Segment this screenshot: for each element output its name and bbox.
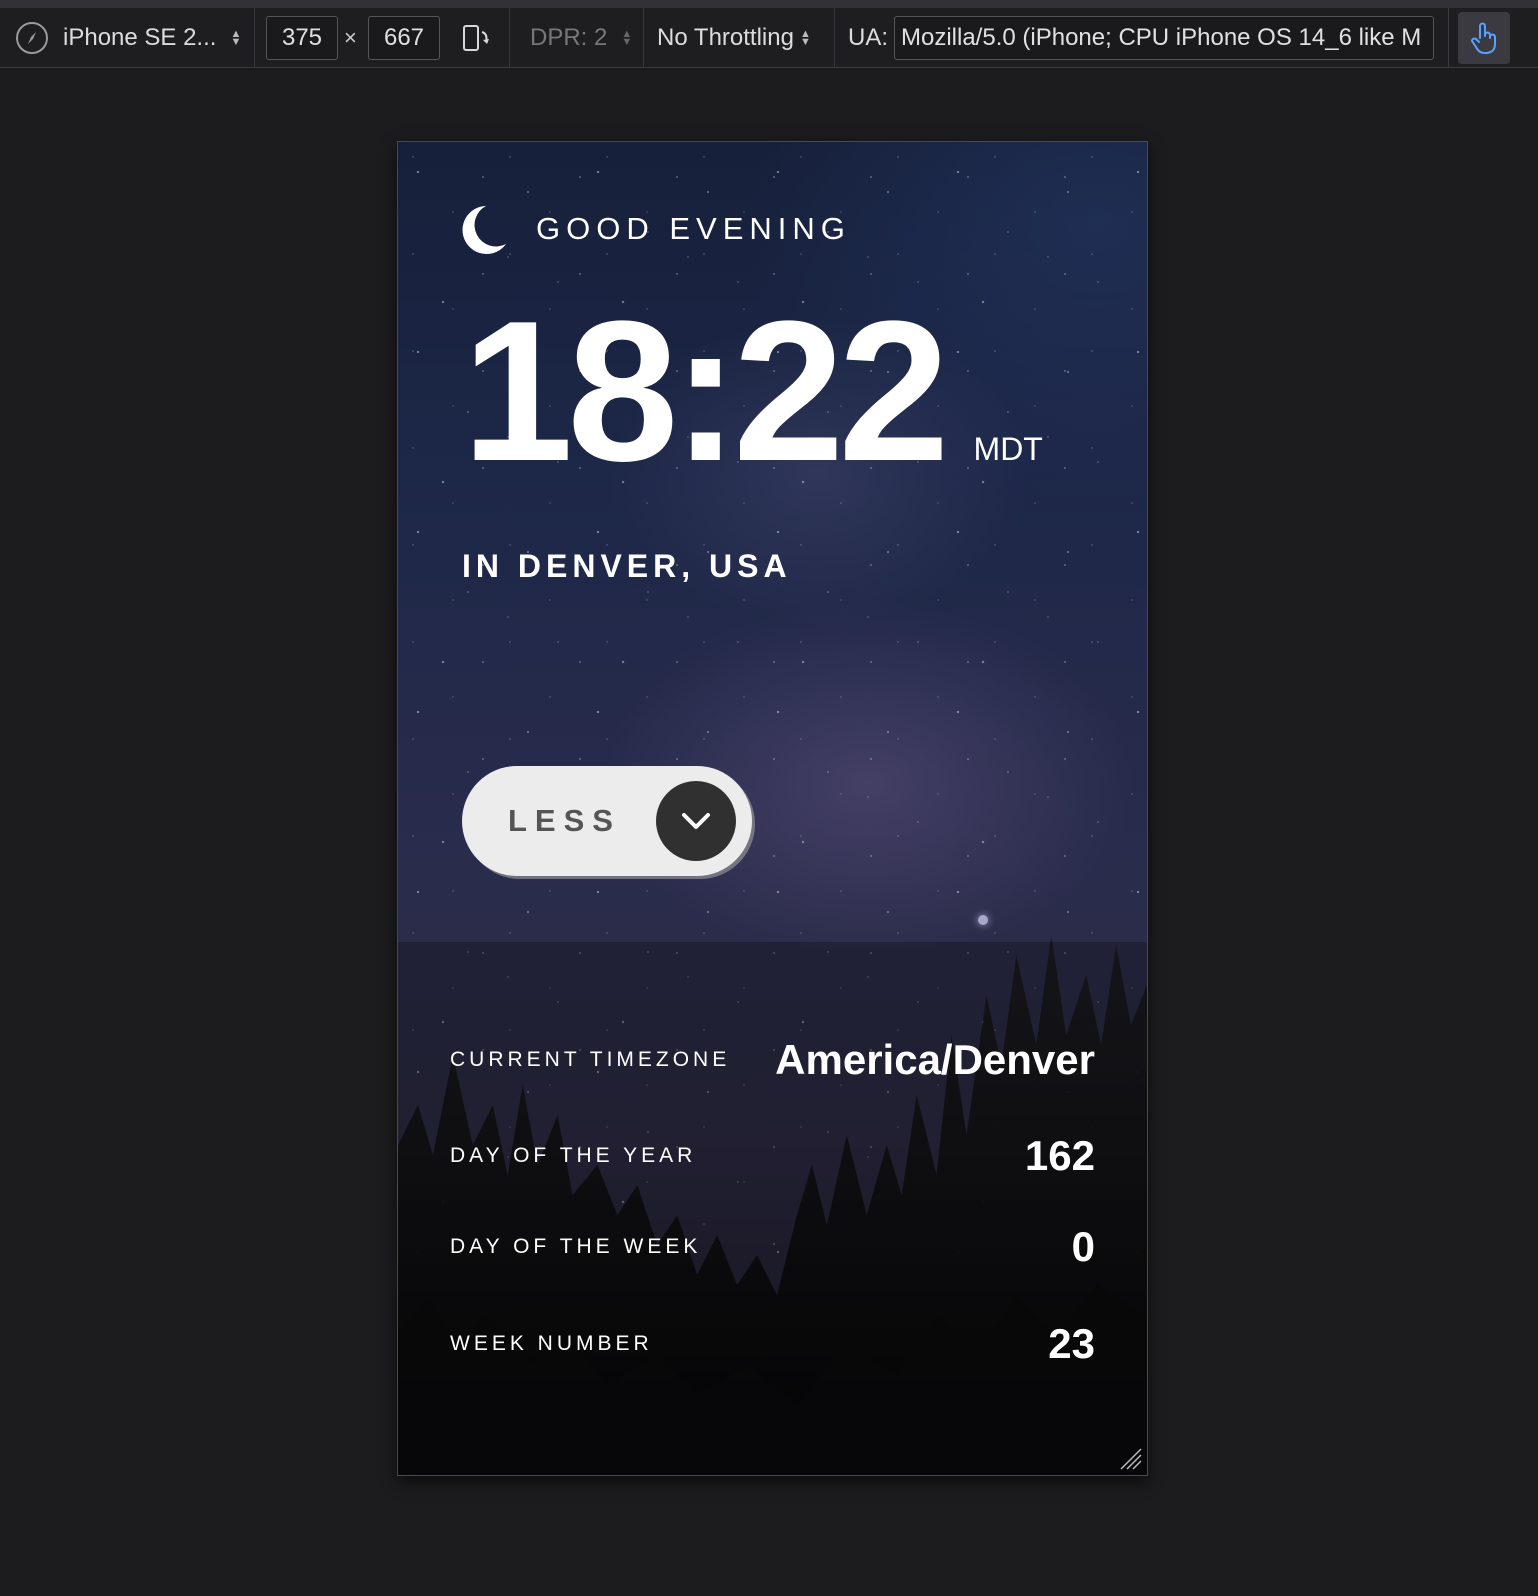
- location-text: IN DENVER, USA: [462, 548, 792, 584]
- detail-value: 23: [1048, 1320, 1095, 1367]
- throttling-label: No Throttling: [657, 24, 794, 51]
- toolbar-divider: [254, 8, 255, 68]
- detail-row-timezone: CURRENT TIMEZONE America/Denver: [450, 1036, 1095, 1084]
- greeting-text: GOOD EVENING: [536, 211, 851, 246]
- toggle-label: LESS: [508, 803, 621, 838]
- device-selector[interactable]: iPhone SE 2... ▲ ▼: [63, 20, 241, 56]
- detail-value: 162: [1024, 1132, 1095, 1179]
- detail-label: DAY OF THE WEEK: [450, 1235, 702, 1258]
- toggle-circle[interactable]: [656, 781, 736, 861]
- dimension-separator: ×: [344, 25, 357, 50]
- timezone-abbreviation: MDT: [973, 431, 1043, 467]
- detail-value: 0: [1071, 1223, 1095, 1270]
- user-agent-label: UA:: [848, 24, 889, 51]
- detail-value: America/Denver: [775, 1036, 1095, 1083]
- pointer-hand-icon: [1471, 22, 1496, 54]
- rotate-device-icon[interactable]: [460, 22, 492, 54]
- updown-arrows-icon: ▲ ▼: [230, 28, 242, 48]
- compass-icon[interactable]: [16, 22, 48, 54]
- toolbar-divider: [643, 8, 644, 68]
- device-viewport: GOOD EVENING 18:22 MDT IN DENVER, USA LE…: [397, 141, 1148, 1476]
- detail-row-day-of-year: DAY OF THE YEAR 162: [450, 1132, 1095, 1180]
- responsive-design-toolbar: iPhone SE 2... ▲ ▼ 375 × 667 DPR: 2 ▲ ▼ No…: [0, 0, 1538, 68]
- throttling-selector[interactable]: No Throttling ▲ ▼: [657, 20, 811, 56]
- detail-label: DAY OF THE YEAR: [450, 1144, 697, 1167]
- toolbar-divider: [509, 8, 510, 68]
- clock-display: 18:22 MDT: [462, 292, 1043, 492]
- detail-label: CURRENT TIMEZONE: [450, 1048, 731, 1071]
- device-name: iPhone SE 2...: [63, 24, 217, 51]
- dpr-selector[interactable]: DPR: 2 ▲ ▼: [530, 20, 632, 56]
- toolbar-divider: [834, 8, 835, 68]
- chevron-down-icon: [682, 813, 710, 829]
- details-panel: CURRENT TIMEZONE America/Denver DAY OF T…: [398, 942, 1147, 1475]
- less-toggle-button[interactable]: LESS: [462, 766, 752, 876]
- updown-arrows-icon: ▲ ▼: [799, 28, 811, 48]
- current-time: 18:22: [462, 280, 950, 503]
- height-input[interactable]: 667: [368, 16, 440, 60]
- updown-arrows-icon: ▲ ▼: [621, 28, 633, 48]
- detail-row-day-of-week: DAY OF THE WEEK 0: [450, 1223, 1095, 1271]
- detail-row-week-number: WEEK NUMBER 23: [450, 1320, 1095, 1368]
- moon-icon: [462, 206, 506, 254]
- dpr-label: DPR: 2: [530, 24, 608, 51]
- touch-simulation-button[interactable]: [1458, 12, 1510, 64]
- width-input[interactable]: 375: [266, 16, 338, 60]
- user-agent-input[interactable]: Mozilla/5.0 (iPhone; CPU iPhone OS 14_6 …: [894, 16, 1434, 60]
- greeting: GOOD EVENING: [462, 204, 851, 254]
- resize-grip-icon[interactable]: [1117, 1445, 1143, 1471]
- toolbar-divider: [1448, 8, 1449, 68]
- detail-label: WEEK NUMBER: [450, 1332, 653, 1355]
